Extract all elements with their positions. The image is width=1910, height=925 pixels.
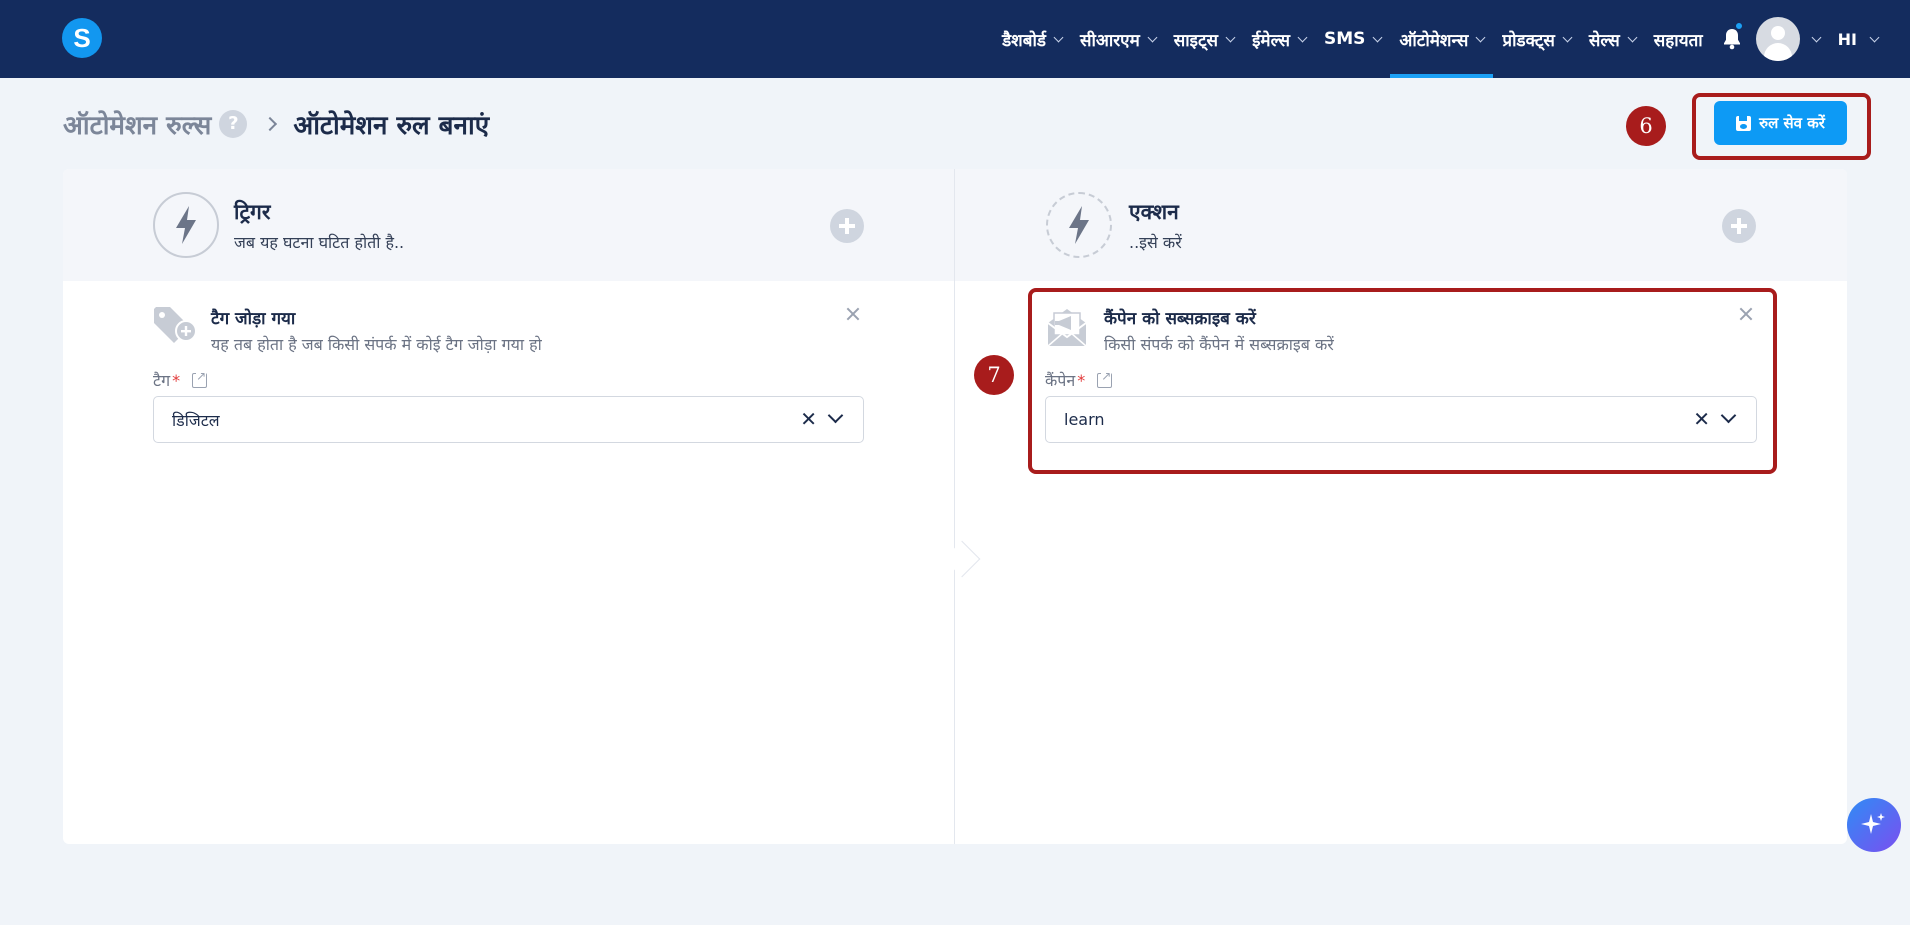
required-mark: * [172, 370, 181, 390]
external-link-icon[interactable] [192, 368, 208, 388]
campaign-label-text: कैंपेन [1045, 371, 1076, 390]
app-logo[interactable]: S [62, 18, 102, 58]
chevron-down-icon [1627, 32, 1638, 42]
nav-label: प्रोडक्ट्स [1502, 30, 1555, 51]
action-item-description: किसी संपर्क को कैंपेन में सब्सक्राइब करे… [1104, 335, 1334, 354]
chevron-down-icon [1475, 32, 1486, 42]
tag-select-value: डिजिटल [172, 410, 220, 430]
chevron-down-icon [1297, 32, 1308, 42]
clear-selection-icon[interactable]: ✕ [1693, 409, 1710, 429]
action-subtitle: ..इसे करें [1129, 233, 1182, 252]
notification-dot [1734, 22, 1743, 30]
annotation-marker-action: 7 [974, 355, 1014, 395]
chevron-down-icon [1225, 32, 1236, 42]
avatar [1755, 17, 1800, 61]
action-title: एक्शन [1129, 200, 1179, 224]
chevron-down-icon[interactable] [1720, 407, 1737, 424]
annotation-marker-save: 6 [1626, 106, 1666, 146]
breadcrumb: ऑटोमेशन रुल्स ? ऑटोमेशन रुल बनाएं [63, 106, 489, 142]
save-rule-button[interactable]: रुल सेव करें [1714, 101, 1847, 145]
chevron-down-icon [1811, 32, 1822, 42]
chevron-down-icon [1372, 32, 1383, 42]
main-nav: डैशबोर्ड सीआरएम साइट्स ईमेल्स SMS ऑटोमेश… [993, 0, 1910, 78]
top-navbar: S डैशबोर्ड सीआरएम साइट्स ईमेल्स SMS ऑटोम… [0, 0, 1910, 78]
remove-trigger-icon[interactable] [845, 306, 861, 322]
nav-label: डैशबोर्ड [1002, 30, 1046, 51]
nav-item-sms[interactable]: SMS [1315, 0, 1390, 78]
action-item-title: कैंपेन को सब्सक्राइब करें [1104, 309, 1256, 329]
save-button-label: रुल सेव करें [1759, 114, 1825, 132]
chevron-down-icon[interactable] [827, 407, 844, 424]
nav-label: सीआरएम [1079, 30, 1140, 51]
trigger-item-title: टैग जोड़ा गया [211, 309, 296, 329]
campaign-select[interactable]: learn ✕ [1045, 396, 1757, 443]
chevron-down-icon [1562, 32, 1573, 42]
nav-label: ईमेल्स [1252, 30, 1290, 51]
nav-item-emails[interactable]: ईमेल्स [1243, 0, 1315, 78]
nav-item-help[interactable]: सहायता [1645, 0, 1712, 78]
nav-label: साइट्स [1173, 30, 1219, 51]
external-link-icon[interactable] [1097, 368, 1113, 388]
nav-label: ऑटोमेशन्स [1399, 30, 1469, 51]
nav-item-automations[interactable]: ऑटोमेशन्स [1390, 0, 1494, 78]
help-icon[interactable]: ? [219, 110, 248, 138]
trigger-subtitle: जब यह घटना घटित होती है.. [234, 233, 405, 252]
chevron-down-icon [1053, 32, 1064, 42]
breadcrumb-parent-link[interactable]: ऑटोमेशन रुल्स [63, 106, 211, 142]
chevron-down-icon [1147, 32, 1158, 42]
tag-field-label: टैग * [153, 368, 208, 391]
nav-item-crm[interactable]: सीआरएम [1071, 0, 1165, 78]
nav-item-products[interactable]: प्रोडक्ट्स [1493, 0, 1580, 78]
required-mark: * [1077, 370, 1086, 390]
panel-divider [954, 169, 955, 844]
page-title: ऑटोमेशन रुल बनाएं [293, 111, 490, 141]
language-switcher[interactable]: HI [1824, 0, 1910, 78]
nav-item-sales[interactable]: सेल्स [1580, 0, 1645, 78]
campaign-field-label: कैंपेन * [1045, 368, 1113, 391]
tag-select[interactable]: डिजिटल ✕ [153, 396, 864, 443]
campaign-select-value: learn [1064, 410, 1105, 429]
lightning-icon [153, 192, 219, 258]
chevron-right-icon [263, 116, 278, 132]
sparkle-icon [1861, 813, 1885, 834]
nav-item-sites[interactable]: साइट्स [1165, 0, 1243, 78]
tag-label-text: टैग [153, 371, 171, 390]
nav-item-dashboard[interactable]: डैशबोर्ड [993, 0, 1071, 78]
chevron-down-icon [1869, 32, 1880, 42]
nav-label: सेल्स [1588, 30, 1620, 51]
clear-selection-icon[interactable]: ✕ [800, 409, 817, 429]
bell-icon [1723, 29, 1740, 50]
user-menu[interactable] [1752, 0, 1824, 78]
trigger-item-description: यह तब होता है जब किसी संपर्क में कोई टैग… [211, 335, 542, 354]
nav-label: SMS [1323, 29, 1366, 49]
campaign-mail-icon [1047, 309, 1087, 347]
add-action-button[interactable] [1722, 209, 1756, 243]
add-trigger-button[interactable] [830, 209, 864, 243]
save-icon [1736, 115, 1752, 131]
user-menu-toggle [1800, 32, 1822, 42]
notifications-button[interactable] [1712, 0, 1752, 78]
nav-label: सहायता [1653, 30, 1703, 51]
tag-add-icon [154, 307, 197, 343]
lightning-cycle-icon [1046, 192, 1112, 258]
remove-action-icon[interactable] [1738, 306, 1754, 322]
trigger-title: ट्रिगर [234, 200, 271, 224]
ai-assistant-button[interactable] [1847, 798, 1901, 852]
language-label: HI [1837, 29, 1857, 49]
